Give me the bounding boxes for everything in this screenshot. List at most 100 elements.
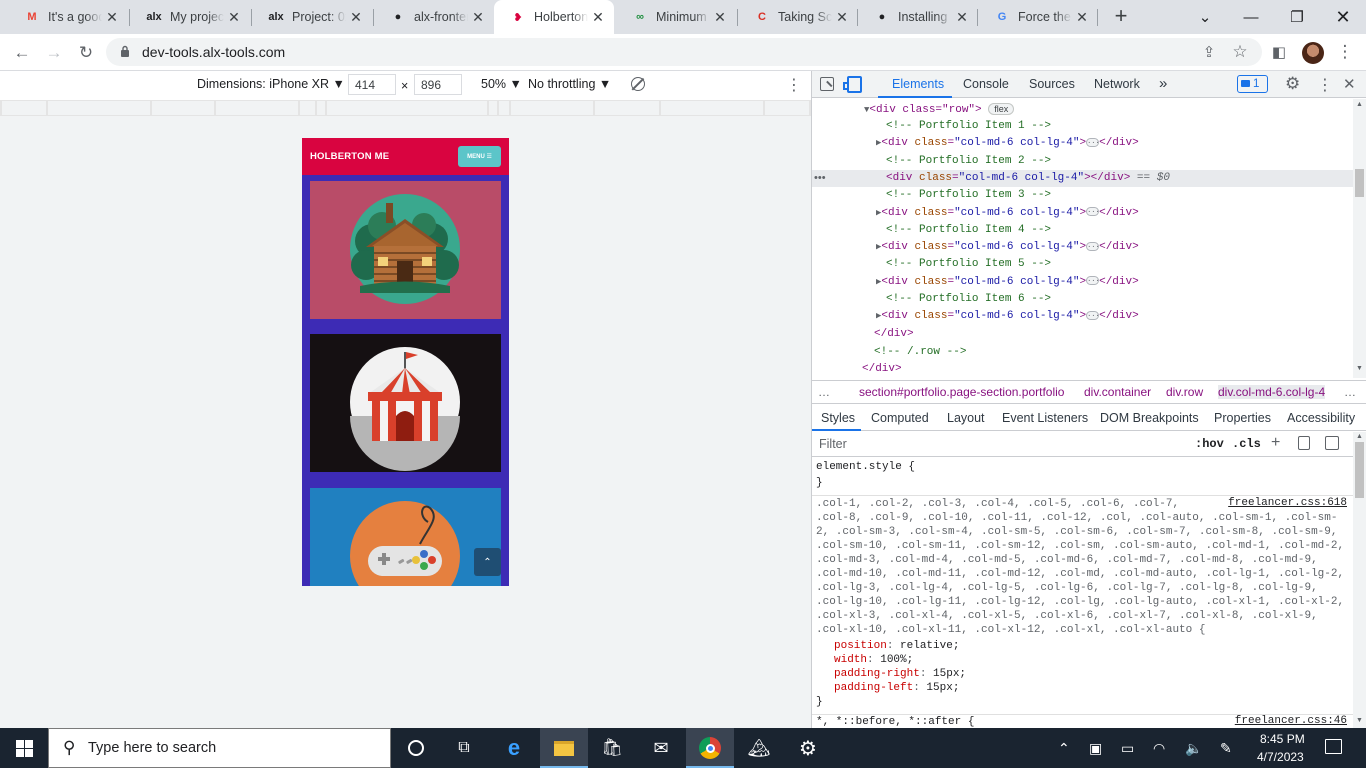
rotate-icon[interactable]: [631, 77, 645, 91]
breadcrumb-item[interactable]: div.col-md-6.col-lg-4: [1218, 385, 1326, 399]
styles-filter-input[interactable]: Filter: [819, 437, 847, 451]
browser-tab[interactable]: ∞ Minimum ✕: [616, 0, 736, 34]
edge-icon[interactable]: e: [490, 728, 538, 768]
computed-sidebar-toggle-icon[interactable]: [1325, 436, 1339, 450]
device-width-input[interactable]: 414: [348, 74, 396, 95]
bookmark-star-icon[interactable]: ☆: [1227, 39, 1253, 65]
css-declaration[interactable]: position: relative;: [816, 639, 959, 653]
new-tab-button[interactable]: +: [1108, 4, 1134, 30]
device-toolbar-toggle-icon[interactable]: [843, 76, 862, 93]
css-source-link[interactable]: freelancer.css:46: [1235, 715, 1347, 727]
collapsed-children-icon[interactable]: ...: [1086, 137, 1100, 147]
tab-console[interactable]: Console: [963, 77, 1009, 91]
close-tab-icon[interactable]: ✕: [346, 9, 366, 26]
device-height-input[interactable]: 896: [414, 74, 462, 95]
close-tab-icon[interactable]: ✕: [1072, 9, 1092, 26]
flex-badge[interactable]: flex: [988, 103, 1015, 115]
dom-comment[interactable]: <!-- Portfolio Item 1 -->: [812, 118, 1353, 135]
dom-node-row[interactable]: ▶<div class="col-md-6 col-lg-4">...</div…: [812, 274, 1353, 291]
chrome-menu-icon[interactable]: ⋮: [1332, 39, 1358, 65]
css-selector-line[interactable]: .col-sm-10, .col-sm-11, .col-sm-12, .col…: [816, 539, 1344, 553]
device-options-icon[interactable]: ⋮: [786, 75, 802, 95]
subtab-properties[interactable]: Properties: [1214, 411, 1271, 425]
close-tab-icon[interactable]: ✕: [102, 9, 122, 26]
dom-row-menu-icon[interactable]: •••: [814, 172, 826, 184]
browser-tab[interactable]: alx Project: 0x ✕: [252, 0, 372, 34]
css-selector-line[interactable]: .col-lg-3, .col-lg-4, .col-lg-5, .col-lg…: [816, 581, 1318, 595]
subtab-computed[interactable]: Computed: [871, 411, 929, 425]
dom-row-comment[interactable]: <!-- /.row -->: [812, 344, 1353, 361]
element-style-rule[interactable]: element.style {: [816, 460, 915, 474]
css-selector-line[interactable]: .col-xl-10, .col-xl-11, .col-xl-12, .col…: [816, 623, 1205, 637]
styles-pane[interactable]: element.style { } freelancer.css:618 .co…: [812, 458, 1353, 728]
microsoft-store-icon[interactable]: 🛍: [588, 728, 636, 768]
close-window-icon[interactable]: ✕: [1320, 0, 1366, 34]
close-tab-icon[interactable]: ✕: [710, 9, 730, 26]
chrome-icon[interactable]: [686, 728, 734, 768]
css-declaration[interactable]: padding-right: 15px;: [816, 667, 966, 681]
dom-comment[interactable]: <!-- Portfolio Item 3 -->: [812, 187, 1353, 204]
element-state-icon[interactable]: [1298, 436, 1310, 450]
close-tab-icon[interactable]: ✕: [468, 9, 488, 26]
new-style-rule-icon[interactable]: +: [1271, 434, 1280, 452]
css-selector-line[interactable]: .col-xl-3, .col-xl-4, .col-xl-5, .col-xl…: [816, 609, 1318, 623]
back-icon[interactable]: ←: [9, 40, 35, 66]
dom-node-row[interactable]: ▶<div class="col-md-6 col-lg-4">...</div…: [812, 135, 1353, 152]
reload-icon[interactable]: ↻: [73, 40, 99, 66]
breadcrumb-item[interactable]: div.row: [1166, 385, 1203, 399]
dom-comment[interactable]: <!-- Portfolio Item 2 -->: [812, 153, 1353, 170]
dom-comment[interactable]: <!-- Portfolio Item 4 -->: [812, 222, 1353, 239]
css-selector-line[interactable]: .col-lg-10, .col-lg-11, .col-lg-12, .col…: [816, 595, 1344, 609]
subtab-dom-breakpoints[interactable]: DOM Breakpoints: [1100, 411, 1199, 425]
taskbar-search-box[interactable]: ⚲ Type here to search: [48, 728, 391, 768]
throttling-select[interactable]: No throttling ▼: [528, 77, 611, 91]
zoom-select[interactable]: 50% ▼: [481, 77, 522, 91]
hov-toggle[interactable]: :hov: [1195, 437, 1224, 451]
dom-comment[interactable]: <!-- Portfolio Item 5 -->: [812, 256, 1353, 273]
elements-dom-tree[interactable]: ▼<div class="row"> flex <!-- Portfolio I…: [812, 99, 1353, 378]
browser-tab[interactable]: M It's a good ✕: [8, 0, 128, 34]
cortana-icon[interactable]: [392, 728, 440, 768]
close-devtools-icon[interactable]: ✕: [1343, 75, 1356, 93]
cls-toggle[interactable]: .cls: [1232, 437, 1261, 451]
css-selector-line[interactable]: .col-1, .col-2, .col-3, .col-4, .col-5, …: [816, 497, 1179, 511]
browser-tab[interactable]: C Taking Scr ✕: [738, 0, 858, 34]
tab-sources[interactable]: Sources: [1029, 77, 1075, 91]
dom-node-selected[interactable]: <div class="col-md-6 col-lg-4"></div> ==…: [812, 169, 1353, 187]
css-declaration[interactable]: width: 100%;: [816, 653, 913, 667]
breadcrumb-item[interactable]: …: [1344, 385, 1356, 399]
dom-node-row[interactable]: ▶<div class="col-md-6 col-lg-4">...</div…: [812, 205, 1353, 222]
device-dimensions-select[interactable]: Dimensions: iPhone XR ▼: [197, 77, 345, 91]
dom-node-row[interactable]: ▶<div class="col-md-6 col-lg-4">...</div…: [812, 308, 1353, 325]
address-bar[interactable]: dev-tools.alx-tools.com: [106, 38, 1262, 66]
dom-close-div[interactable]: </div>: [812, 361, 1353, 378]
minimize-icon[interactable]: —: [1228, 0, 1274, 34]
close-tab-icon[interactable]: ✕: [588, 9, 608, 26]
breadcrumb-item[interactable]: div.container: [1084, 385, 1151, 399]
restore-icon[interactable]: ❐: [1274, 0, 1320, 34]
dom-node-row[interactable]: ▶<div class="col-md-6 col-lg-4">...</div…: [812, 239, 1353, 256]
portfolio-item-cabin[interactable]: [310, 181, 501, 319]
menu-button[interactable]: MENU ☰: [458, 146, 501, 167]
share-icon[interactable]: ⇪: [1196, 39, 1222, 65]
dom-comment[interactable]: <!-- Portfolio Item 6 -->: [812, 291, 1353, 308]
collapsed-children-icon[interactable]: ...: [1086, 241, 1100, 251]
notifications-icon[interactable]: [1325, 739, 1342, 754]
browser-tab[interactable]: ● Installing ✕: [858, 0, 978, 34]
tab-elements[interactable]: Elements: [892, 77, 944, 91]
tab-network[interactable]: Network: [1094, 77, 1140, 91]
css-source-link[interactable]: freelancer.css:618: [1228, 497, 1347, 509]
browser-tab[interactable]: alx My project ✕: [130, 0, 250, 34]
settings-gear-icon[interactable]: ⚙: [1285, 74, 1300, 94]
breadcrumb-item[interactable]: …: [818, 385, 830, 399]
pen-icon[interactable]: ✎: [1220, 740, 1232, 757]
battery-icon[interactable]: ▭: [1121, 740, 1134, 757]
side-panel-icon[interactable]: ◧: [1266, 39, 1292, 65]
close-tab-icon[interactable]: ✕: [832, 9, 852, 26]
portfolio-item-game[interactable]: [310, 488, 501, 586]
subtab-accessibility[interactable]: Accessibility: [1287, 411, 1355, 425]
profile-avatar[interactable]: [1302, 42, 1324, 64]
css-selector-line[interactable]: 2, .col-sm-3, .col-sm-4, .col-sm-5, .col…: [816, 525, 1338, 539]
subtab-layout[interactable]: Layout: [947, 411, 985, 425]
css-selector-line[interactable]: .col-8, .col-9, .col-10, .col-11, .col-1…: [816, 511, 1338, 525]
